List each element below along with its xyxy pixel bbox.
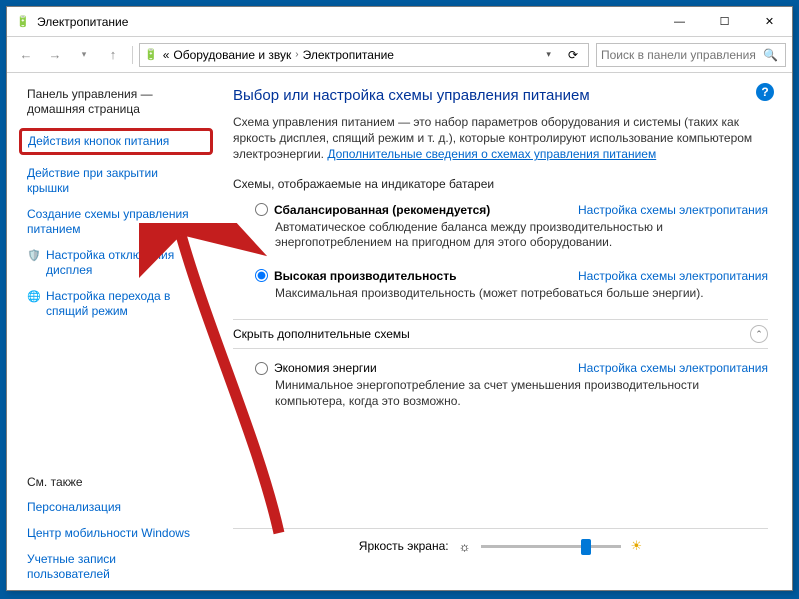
link-personalization[interactable]: Персонализация	[27, 500, 213, 515]
link-user-accounts[interactable]: Учетные записи пользователей	[27, 552, 213, 582]
search-input[interactable]	[601, 48, 760, 62]
forward-button[interactable]: →	[42, 42, 68, 68]
search-icon[interactable]: 🔍	[760, 48, 781, 62]
plan-balanced: Сбалансированная (рекомендуется) Настрой…	[233, 203, 768, 251]
hidden-plans-header[interactable]: Скрыть дополнительные схемы ⌃	[233, 319, 768, 349]
sun-bright-icon: ☀	[631, 538, 643, 554]
main-content: ? Выбор или настройка схемы управления п…	[221, 73, 792, 590]
nav-separator	[132, 46, 133, 64]
navbar: ← → ▾ ↑ 🔋 « Оборудование и звук › Электр…	[7, 37, 792, 73]
plan-high-label[interactable]: Высокая производительность	[274, 269, 456, 283]
link-eco-settings[interactable]: Настройка схемы электропитания	[578, 361, 768, 375]
section-battery-plans: Схемы, отображаемые на индикаторе батаре…	[233, 177, 768, 191]
radio-balanced[interactable]	[255, 203, 268, 216]
slider-thumb[interactable]	[581, 539, 591, 555]
breadcrumb-item[interactable]: Оборудование и звук	[173, 48, 291, 62]
minimize-button[interactable]: —	[657, 7, 702, 36]
plan-eco-label[interactable]: Экономия энергии	[274, 361, 377, 375]
plan-eco-desc: Минимальное энергопотребление за счет ум…	[255, 378, 768, 409]
window-title: Электропитание	[37, 15, 657, 29]
link-display-off[interactable]: Настройка отключения дисплея	[46, 248, 174, 278]
app-icon: 🔋	[15, 14, 31, 30]
plan-balanced-label[interactable]: Сбалансированная (рекомендуется)	[274, 203, 490, 217]
brightness-slider[interactable]	[481, 545, 621, 548]
address-dropdown[interactable]: ▾	[540, 49, 557, 60]
breadcrumb-item[interactable]: Электропитание	[303, 48, 394, 62]
plan-high-performance: Высокая производительность Настройка схе…	[233, 269, 768, 302]
help-icon[interactable]: ?	[756, 83, 774, 101]
intro-text: Схема управления питанием — это набор па…	[233, 114, 768, 163]
address-icon: 🔋	[144, 48, 158, 61]
back-button[interactable]: ←	[13, 42, 39, 68]
brightness-bar: Яркость экрана: ☼ ☀	[233, 528, 768, 564]
up-button[interactable]: ↑	[100, 42, 126, 68]
close-button[interactable]: ✕	[747, 7, 792, 36]
sidebar: Панель управления — домашняя страница Де…	[7, 73, 221, 590]
recent-dropdown[interactable]: ▾	[71, 42, 97, 68]
link-create-power-plan[interactable]: Создание схемы управления питанием	[27, 207, 213, 237]
breadcrumb: « Оборудование и звук › Электропитание	[163, 48, 394, 62]
refresh-button[interactable]: ⟳	[562, 48, 584, 62]
search-box[interactable]: 🔍	[596, 43, 786, 67]
breadcrumb-prefix: «	[163, 48, 170, 62]
window: 🔋 Электропитание — ☐ ✕ ← → ▾ ↑ 🔋 « Обору…	[6, 6, 793, 591]
plan-energy-saver: Экономия энергии Настройка схемы электро…	[233, 361, 768, 409]
link-mobility-center[interactable]: Центр мобильности Windows	[27, 526, 213, 541]
titlebar: 🔋 Электропитание — ☐ ✕	[7, 7, 792, 37]
sun-dim-icon: ☼	[459, 539, 471, 554]
see-also-label: См. также	[27, 475, 213, 489]
link-sleep-settings[interactable]: Настройка перехода в спящий режим	[46, 289, 170, 319]
chevron-right-icon: ›	[295, 49, 298, 60]
radio-energy-saver[interactable]	[255, 362, 268, 375]
link-high-settings[interactable]: Настройка схемы электропитания	[578, 269, 768, 283]
brightness-label: Яркость экрана:	[359, 539, 449, 553]
plan-high-desc: Максимальная производительность (может п…	[255, 286, 768, 302]
link-balanced-settings[interactable]: Настройка схемы электропитания	[578, 203, 768, 217]
link-lid-close-action[interactable]: Действие при закрытии крышки	[27, 166, 213, 196]
highlight-box: Действия кнопок питания	[19, 128, 213, 155]
plan-balanced-desc: Автоматическое соблюдение баланса между …	[255, 220, 768, 251]
link-more-info[interactable]: Дополнительные сведения о схемах управле…	[327, 147, 656, 161]
globe-icon: 🌐	[27, 290, 41, 303]
maximize-button[interactable]: ☐	[702, 7, 747, 36]
address-bar[interactable]: 🔋 « Оборудование и звук › Электропитание…	[139, 43, 589, 67]
collapse-icon[interactable]: ⌃	[750, 325, 768, 343]
body: Панель управления — домашняя страница Де…	[7, 73, 792, 590]
radio-high-performance[interactable]	[255, 269, 268, 282]
page-title: Выбор или настройка схемы управления пит…	[233, 87, 768, 104]
shield-icon: 🛡️	[27, 249, 41, 262]
control-panel-home[interactable]: Панель управления — домашняя страница	[27, 87, 213, 117]
hidden-plans-label: Скрыть дополнительные схемы	[233, 327, 410, 341]
link-power-button-actions[interactable]: Действия кнопок питания	[28, 134, 169, 148]
